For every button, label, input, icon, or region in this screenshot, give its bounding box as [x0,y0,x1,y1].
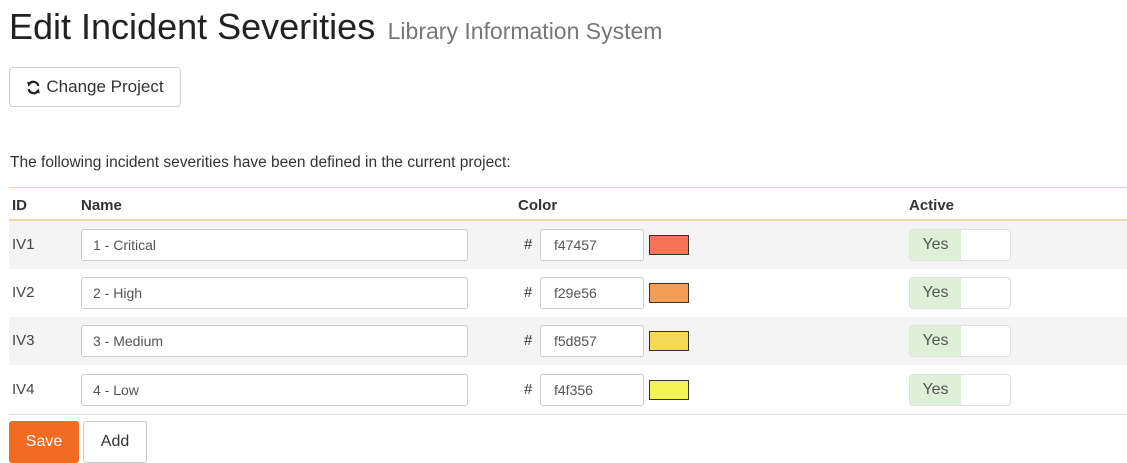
active-toggle-label: Yes [910,230,961,260]
severity-id: IV3 [12,332,35,349]
column-header-name: Name [81,197,122,214]
change-project-button[interactable]: Change Project [9,67,181,107]
color-hash-prefix: # [524,332,533,349]
page-title: Edit Incident Severities [9,6,376,47]
save-button[interactable]: Save [9,421,79,463]
active-toggle[interactable]: Yes [909,325,1011,357]
active-toggle[interactable]: Yes [909,374,1011,406]
table-row: IV3 # Yes [9,317,1127,365]
table-bottom-border [9,414,1127,415]
active-toggle-label: Yes [910,326,961,356]
project-name: Library Information System [387,18,663,44]
severity-name-input[interactable] [81,277,468,309]
change-project-label: Change Project [46,77,164,96]
refresh-icon [27,80,41,94]
severity-color-input[interactable] [540,229,644,261]
color-swatch[interactable] [649,235,689,255]
severity-color-input[interactable] [540,374,644,406]
column-header-id: ID [12,197,27,214]
active-toggle[interactable]: Yes [909,277,1011,309]
severity-color-input[interactable] [540,325,644,357]
severity-name-input[interactable] [81,374,468,406]
table-top-border [9,187,1127,188]
color-hash-prefix: # [524,381,533,398]
table-row: IV2 # Yes [9,269,1127,317]
severity-color-input[interactable] [540,277,644,309]
severity-name-input[interactable] [81,325,468,357]
table-row: IV1 # Yes [9,221,1127,269]
color-swatch[interactable] [649,331,689,351]
severity-name-input[interactable] [81,229,468,261]
column-header-active: Active [909,197,955,214]
active-toggle-label: Yes [910,375,961,405]
intro-text: The following incident severities have b… [10,154,511,171]
color-swatch[interactable] [649,283,689,303]
active-toggle[interactable]: Yes [909,229,1011,261]
severity-id: IV2 [12,284,35,301]
active-toggle-label: Yes [910,278,961,308]
severity-id: IV4 [12,381,35,398]
color-swatch[interactable] [649,380,689,400]
page-header: Edit Incident Severities Library Informa… [9,6,662,48]
column-header-color: Color [518,197,558,214]
add-button[interactable]: Add [83,421,147,463]
severity-id: IV1 [12,236,35,253]
table-row: IV4 # Yes [9,366,1127,414]
color-hash-prefix: # [524,284,533,301]
color-hash-prefix: # [524,236,533,253]
